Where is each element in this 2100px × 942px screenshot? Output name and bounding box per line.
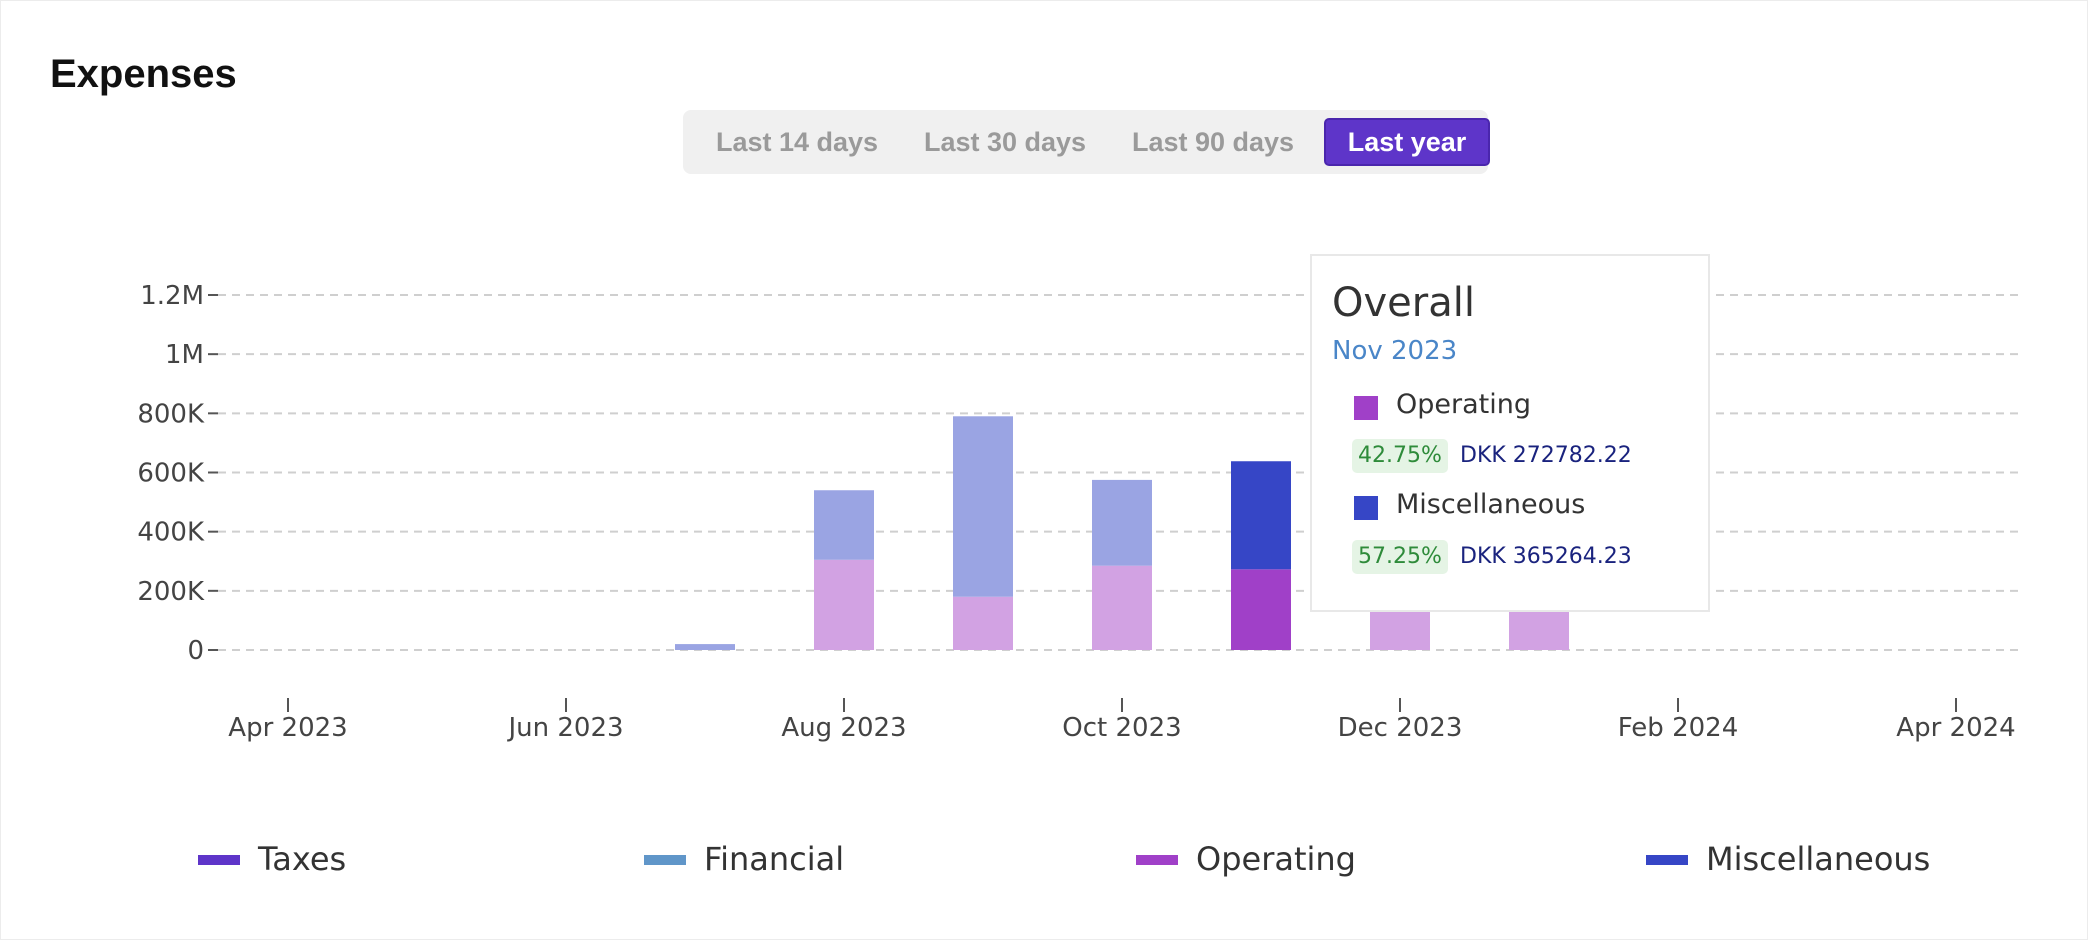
y-tick-label: 400K: [137, 518, 205, 548]
legend-swatch-taxes: [198, 855, 240, 865]
tooltip-misc-swatch: [1354, 496, 1378, 520]
legend-label-operating: Operating: [1196, 840, 1356, 878]
y-tick-label: 200K: [137, 577, 205, 607]
legend-swatch-financial: [644, 855, 686, 865]
tooltip-operating-swatch: [1354, 396, 1378, 420]
legend-swatch-operating: [1136, 855, 1178, 865]
tooltip-title: Overall: [1332, 280, 1475, 326]
legend-label-taxes: Taxes: [258, 840, 347, 878]
chart-tooltip: Overall Nov 2023 Operating 42.75% DKK 27…: [1310, 254, 1710, 612]
bar-operating-nov-2023[interactable]: [1231, 569, 1291, 650]
x-tick-label: Apr 2023: [228, 713, 347, 743]
y-tick-label: 1.2M: [140, 281, 204, 311]
tooltip-misc-amount: DKK 365264.23: [1460, 544, 1632, 569]
tooltip-operating-percent: 42.75%: [1352, 439, 1448, 473]
legend-label-miscellaneous: Miscellaneous: [1706, 840, 1931, 878]
x-tick-label: Feb 2024: [1618, 713, 1738, 743]
y-tick-label: 1M: [165, 340, 204, 370]
y-tick-label: 800K: [137, 399, 205, 429]
y-tick-label: 0: [187, 636, 204, 666]
x-tick-label: Jun 2023: [506, 713, 623, 743]
tooltip-misc-name: Miscellaneous: [1396, 489, 1586, 520]
bar-operating-aug-2023[interactable]: [814, 559, 874, 650]
bar-operating-dec-2023[interactable]: [1370, 611, 1430, 650]
bar-miscellaneous-sep-2023[interactable]: [953, 416, 1013, 597]
x-tick-label: Oct 2023: [1062, 713, 1181, 743]
bar-miscellaneous-jul-2023[interactable]: [675, 644, 735, 650]
tooltip-operating-amount: DKK 272782.22: [1460, 443, 1632, 468]
tooltip-operating-name: Operating: [1396, 389, 1531, 420]
bar-miscellaneous-aug-2023[interactable]: [814, 490, 874, 560]
x-tick-label: Aug 2023: [781, 713, 906, 743]
bar-miscellaneous-nov-2023[interactable]: [1231, 461, 1291, 570]
bar-miscellaneous-oct-2023[interactable]: [1092, 479, 1152, 566]
x-tick-label: Dec 2023: [1338, 713, 1463, 743]
bar-operating-jan-2024[interactable]: [1509, 611, 1569, 650]
bar-operating-sep-2023[interactable]: [953, 596, 1013, 650]
legend-swatch-miscellaneous: [1646, 855, 1688, 865]
x-tick-label: Apr 2024: [1896, 713, 2015, 743]
y-tick-label: 600K: [137, 459, 205, 489]
bar-operating-oct-2023[interactable]: [1092, 565, 1152, 650]
legend-label-financial: Financial: [704, 840, 845, 878]
tooltip-date: Nov 2023: [1332, 336, 1458, 366]
expenses-bar-chart: 0 200K 400K 600K 800K 1M 1.2M Apr 2023 Jun 2023 A…: [137, 281, 2022, 743]
tooltip-misc-percent: 57.25%: [1352, 540, 1448, 574]
